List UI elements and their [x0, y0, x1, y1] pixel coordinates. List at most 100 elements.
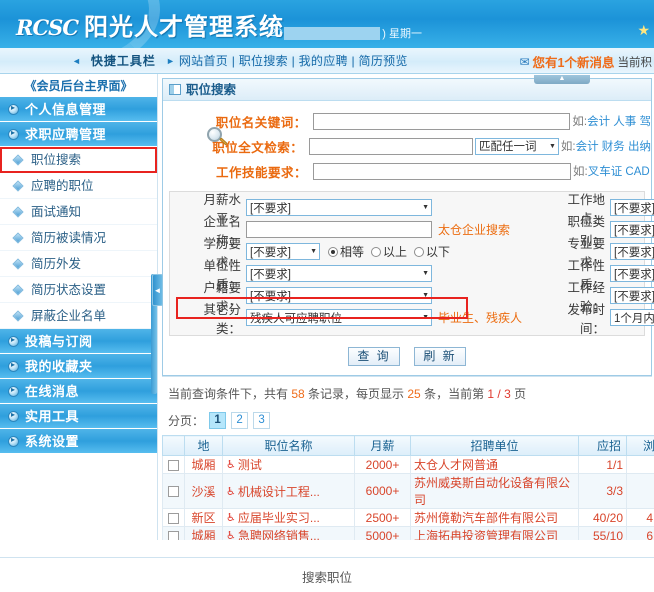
toolbar-prev-arrow-icon[interactable]: ◄	[68, 56, 85, 66]
sidebar-group-label: 系统设置	[25, 433, 80, 449]
publish-time-select[interactable]: 1个月内	[610, 309, 654, 326]
row-checkbox-cell[interactable]	[162, 508, 185, 527]
sidebar-item-applied-jobs[interactable]: 应聘的职位	[0, 173, 157, 199]
reset-button[interactable]: 刷 新	[414, 347, 466, 366]
sidebar-group-label: 个人信息管理	[25, 101, 107, 117]
cell-company[interactable]: 苏州威英斯自动化设备有限公司	[410, 473, 579, 509]
cell-company[interactable]: 苏州傹勒汽车部件有限公司	[410, 508, 579, 527]
hint-prefix: 如:	[560, 141, 576, 153]
salary-select[interactable]: [不要求] ▼	[246, 199, 432, 216]
filter-column-right: 工作地点： [不要求] 职位类别： [不要求] 专业要求： [不要求] 工作性质…	[522, 193, 654, 336]
date-suffix: ) 星期一	[382, 28, 422, 40]
toolbar-next-arrow-icon[interactable]: ►	[162, 56, 179, 66]
education-select[interactable]: [不要求] ▼	[246, 243, 320, 260]
job-category-select[interactable]: [不要求]	[610, 221, 654, 238]
results-summary: 当前查询条件下，共有 58 条记录，每页显示 25 条，当前第 1 / 3 页	[162, 376, 652, 406]
search-row-skills: 工作技能要求： 如:叉车证 CAD	[163, 160, 651, 182]
fulltext-input[interactable]	[309, 137, 473, 155]
col-applicants[interactable]: 应招	[578, 435, 627, 456]
table-row[interactable]: 新区 ♿ 应届毕业实习... 2500+ 苏州傹勒汽车部件有限公司 40/20 4	[162, 508, 654, 527]
row-checkbox[interactable]	[168, 512, 179, 524]
cell-applicants: 3/3	[578, 473, 627, 509]
page-button-3[interactable]: 3	[253, 412, 271, 429]
radio-equal[interactable]	[328, 246, 338, 257]
sidebar-item-label: 屏蔽企业名单	[31, 308, 107, 323]
sidebar-group-submit-subscribe[interactable]: 投稿与订阅	[0, 329, 157, 354]
toolbar-links[interactable]: 网站首页 | 职位搜索 | 我的应聘 | 简历预览	[179, 52, 408, 69]
new-message-notice[interactable]: ✉ 您有1个新消息 当前积	[519, 52, 652, 71]
cell-applicants: 55/10	[578, 526, 627, 540]
search-button[interactable]: 查 询	[348, 347, 400, 366]
action-buttons: 查 询 刷 新	[163, 342, 651, 375]
col-area[interactable]: 地	[184, 435, 223, 456]
other-category-select[interactable]: 残疾人可应聘职位 ▼	[246, 309, 432, 326]
sidebar-group-favorites[interactable]: 我的收藏夹	[0, 354, 157, 379]
page-button-1[interactable]: 1	[209, 412, 227, 429]
page-button-2[interactable]: 2	[231, 412, 249, 429]
radio-above[interactable]	[371, 246, 382, 257]
filter-row-other-category: 其它分类： 残疾人可应聘职位 ▼ 毕业生、残疾人	[184, 303, 522, 336]
job-title-text: 机械设计工程...	[237, 484, 320, 499]
cell-company[interactable]: 太仓人才网普通	[410, 455, 579, 474]
col-salary[interactable]: 月薪	[354, 435, 411, 456]
major-select[interactable]: [不要求]	[610, 243, 654, 260]
table-row[interactable]: 城厢 ♿ 测试 2000+ 太仓人才网普通 1/1	[162, 455, 654, 474]
new-message-text[interactable]: 您有1个新消息	[533, 52, 615, 71]
wheelchair-icon: ♿	[226, 512, 236, 524]
sidebar-item-interview-notice[interactable]: 面试通知	[0, 199, 157, 225]
col-company[interactable]: 招聘单位	[410, 435, 579, 456]
radio-below-label: 以下	[426, 245, 451, 259]
bullet-icon	[8, 409, 19, 422]
figure-caption: 搜索职位	[301, 571, 352, 585]
company-name-input[interactable]	[246, 221, 432, 238]
education-comparison-radios: 相等 以上 以下	[328, 243, 455, 260]
radio-below[interactable]	[414, 246, 425, 257]
row-checkbox[interactable]	[168, 459, 179, 471]
row-checkbox[interactable]	[168, 486, 179, 498]
cell-job-title[interactable]: ♿ 机械设计工程...	[222, 473, 355, 509]
publish-time-label: 发布时间：	[567, 302, 606, 336]
sidebar-item-resume-views[interactable]: 简历被读情况	[0, 225, 157, 251]
match-mode-select[interactable]: 匹配任一词 ▼	[474, 137, 559, 155]
sidebar-group-system-settings[interactable]: 系统设置	[0, 429, 157, 454]
filter-column-left: 月薪水平： [不要求] ▼ 企业名称： 太仓企业搜索 学历要求： [不要求] ▼…	[170, 193, 522, 336]
col-views[interactable]: 浏	[626, 435, 654, 456]
panel-collapse-handle[interactable]: ▲	[534, 75, 590, 84]
company-type-select[interactable]: [不要求] ▼	[246, 265, 432, 282]
col-job-title[interactable]: 职位名称	[222, 435, 355, 456]
job-nature-select[interactable]: [不要求]	[610, 265, 654, 282]
sidebar-group-job-application[interactable]: 求职应聘管理	[0, 122, 157, 147]
company-search-link[interactable]: 太仓企业搜索	[438, 221, 510, 238]
sidebar-group-personal-info[interactable]: 个人信息管理	[0, 97, 157, 122]
cell-applicants: 1/1	[578, 455, 627, 474]
diamond-icon	[12, 231, 24, 244]
sidebar-item-job-search[interactable]: 职位搜索	[0, 147, 157, 173]
row-checkbox-cell[interactable]	[162, 526, 185, 540]
total-count: 58	[291, 387, 305, 401]
row-checkbox-cell[interactable]	[162, 455, 185, 474]
sidebar-group-tools[interactable]: 实用工具	[0, 404, 157, 429]
skills-input[interactable]	[313, 162, 571, 180]
chevron-down-icon: ▼	[422, 204, 429, 211]
cell-company[interactable]: 上海拓冉投资管理有限公司	[410, 526, 579, 540]
table-row[interactable]: 沙溪 ♿ 机械设计工程... 6000+ 苏州威英斯自动化设备有限公司 3/3	[162, 473, 654, 509]
work-location-value: [不要求]	[614, 202, 654, 215]
sidebar-collapse-handle[interactable]: ◄	[152, 274, 163, 306]
sidebar-item-resume-send[interactable]: 简历外发	[0, 251, 157, 277]
row-checkbox-cell[interactable]	[162, 473, 185, 509]
sidebar-item-resume-status[interactable]: 简历状态设置	[0, 277, 157, 303]
experience-select[interactable]: [不要求]	[610, 287, 654, 304]
cell-job-title[interactable]: ♿ 测试	[222, 455, 355, 474]
sidebar-item-blocked-companies[interactable]: 屏蔽企业名单	[0, 303, 157, 329]
cell-job-title[interactable]: ♿ 急聘网络销售...	[222, 526, 355, 540]
cell-job-title[interactable]: ♿ 应届毕业实习...	[222, 508, 355, 527]
col-select	[162, 435, 185, 456]
mail-icon: ✉	[519, 54, 530, 69]
row-checkbox[interactable]	[168, 530, 179, 540]
work-location-select[interactable]: [不要求]	[610, 199, 654, 216]
sidebar-group-online-messages[interactable]: 在线消息	[0, 379, 157, 404]
job-title-input[interactable]	[312, 112, 571, 130]
table-row[interactable]: 城厢 ♿ 急聘网络销售... 5000+ 上海拓冉投资管理有限公司 55/10 6	[162, 526, 654, 540]
major-value: [不要求]	[614, 246, 654, 259]
residency-select[interactable]: [不要求] ▼	[246, 287, 432, 304]
